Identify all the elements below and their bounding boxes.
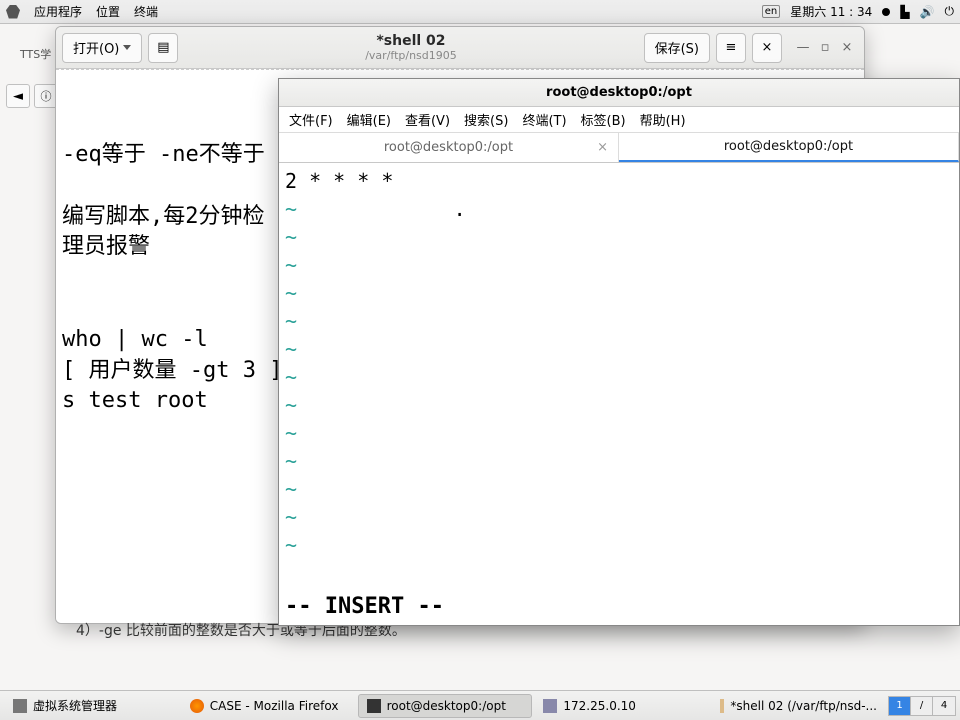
menu-file[interactable]: 文件(F) <box>289 110 333 129</box>
vim-tilde: ~ <box>285 421 297 445</box>
vim-tilde: ~ <box>285 393 297 417</box>
terminal-tab-label: root@desktop0:/opt <box>384 140 513 155</box>
vim-tilde: ~ <box>285 197 297 221</box>
vim-tilde: ~ <box>285 253 297 277</box>
gedit-path: /var/ftp/nsd1905 <box>178 49 643 62</box>
vim-tilde: ~ <box>285 365 297 389</box>
close-icon: × <box>762 40 773 55</box>
window-close[interactable]: × <box>836 37 858 59</box>
taskbar-item-vm-manager[interactable]: 虚拟系统管理器 <box>4 694 179 718</box>
menu-help[interactable]: 帮助(H) <box>640 110 686 129</box>
terminal-tab-2[interactable]: root@desktop0:/opt <box>619 133 959 162</box>
network-icon[interactable]: ▙ <box>900 5 909 19</box>
new-tab-icon: ▤ <box>157 40 169 55</box>
vim-tilde: ~ <box>285 449 297 473</box>
taskbar-item-gedit[interactable]: *shell 02 (/var/ftp/nsd-... <box>711 694 886 718</box>
top-panel: 应用程序 位置 终端 en 星期六 11 : 34 ▙ 🔊 ⏻ <box>0 0 960 24</box>
terminal-menubar: 文件(F) 编辑(E) 查看(V) 搜索(S) 终端(T) 标签(B) 帮助(H… <box>279 107 959 133</box>
vim-tilde: ~ <box>285 225 297 249</box>
hamburger-button[interactable]: ≡ <box>716 33 746 63</box>
new-tab-button[interactable]: ▤ <box>148 33 178 63</box>
gedit-header: 打开(O) ▤ *shell 02 /var/ftp/nsd1905 保存(S)… <box>56 27 864 69</box>
tab-close-icon[interactable]: × <box>597 140 608 155</box>
vim-tilde: ~ <box>285 505 297 529</box>
workspace-sep: / <box>911 697 933 715</box>
text-line: who | wc -l <box>62 327 208 352</box>
terminal-tab-label: root@desktop0:/opt <box>724 139 853 154</box>
browser-back-button[interactable]: ◄ <box>6 84 30 108</box>
gedit-icon <box>720 699 724 713</box>
terminal-tab-1[interactable]: root@desktop0:/opt × <box>279 133 619 162</box>
vim-mode-status: -- INSERT -- <box>285 592 444 623</box>
text-line: [ 用户数量 -gt 3 ] <box>62 358 282 383</box>
vm-manager-icon <box>13 699 27 713</box>
monitor-icon <box>543 699 557 713</box>
terminal-content: 2 * * * * <box>285 169 393 193</box>
text-line: s test root <box>62 388 208 413</box>
taskbar-label: 虚拟系统管理器 <box>33 697 117 714</box>
window-minimize[interactable]: — <box>792 37 814 59</box>
browser-nav: ◄ ⓘ <box>6 84 58 108</box>
text-line: -eq等于 -ne不等于 <box>62 142 265 167</box>
taskbar-label: *shell 02 (/var/ftp/nsd-... <box>730 699 877 713</box>
terminal-title: root@desktop0:/opt <box>279 79 959 107</box>
close-tab-button[interactable]: × <box>752 33 782 63</box>
terminal-window: root@desktop0:/opt 文件(F) 编辑(E) 查看(V) 搜索(… <box>278 78 960 626</box>
vim-tilde: ~ <box>285 337 297 361</box>
status-dot-icon <box>882 8 890 16</box>
volume-icon[interactable]: 🔊 <box>920 5 935 19</box>
text-line: 编写脚本,每2分钟检 <box>62 204 265 229</box>
vim-tilde: ~ <box>285 477 297 501</box>
taskbar-label: 172.25.0.10 <box>563 699 636 713</box>
firefox-icon <box>190 699 204 713</box>
menu-tabs[interactable]: 标签(B) <box>581 110 626 129</box>
workspace-total: 4 <box>933 697 955 715</box>
save-button-label: 保存(S) <box>655 38 699 57</box>
menu-terminal[interactable]: 终端 <box>134 3 158 20</box>
hamburger-icon: ≡ <box>726 40 737 55</box>
text-line: 理员报警 <box>62 234 150 259</box>
taskbar-item-terminal[interactable]: root@desktop0:/opt <box>358 694 533 718</box>
browser-tab-label: TTS学 <box>20 46 51 62</box>
input-method-icon[interactable]: en <box>762 5 781 18</box>
menu-terminal[interactable]: 终端(T) <box>522 110 566 129</box>
taskbar-label: CASE - Mozilla Firefox <box>210 699 339 713</box>
power-icon[interactable]: ⏻ <box>945 4 955 19</box>
taskbar-item-firefox[interactable]: CASE - Mozilla Firefox <box>181 694 356 718</box>
gnome-logo-icon <box>6 5 20 19</box>
menu-view[interactable]: 查看(V) <box>405 110 450 129</box>
taskbar-item-vm[interactable]: 172.25.0.10 <box>534 694 709 718</box>
open-button-label: 打开(O) <box>73 38 119 57</box>
terminal-tab-bar: root@desktop0:/opt × root@desktop0:/opt <box>279 133 959 163</box>
terminal-icon <box>367 699 381 713</box>
workspace-pager[interactable]: 1 / 4 <box>888 696 956 716</box>
menu-search[interactable]: 搜索(S) <box>464 110 508 129</box>
taskbar: 虚拟系统管理器 CASE - Mozilla Firefox root@desk… <box>0 690 960 720</box>
vim-tilde: ~ <box>285 533 297 557</box>
gedit-title: *shell 02 <box>178 33 643 49</box>
menu-places[interactable]: 位置 <box>96 3 120 20</box>
window-maximize[interactable]: ▫ <box>814 37 836 59</box>
taskbar-label: root@desktop0:/opt <box>387 699 506 713</box>
chevron-down-icon <box>123 45 131 50</box>
vim-tilde: ~ <box>285 309 297 333</box>
info-icon: ⓘ <box>41 88 52 104</box>
open-button[interactable]: 打开(O) <box>62 33 142 63</box>
gedit-title-area: *shell 02 /var/ftp/nsd1905 <box>178 33 643 62</box>
terminal-body[interactable]: 2 * * * * ~ . ~ ~ ~ ~ ~ ~ ~ ~ ~ ~ ~ ~ --… <box>279 163 959 625</box>
menu-edit[interactable]: 编辑(E) <box>347 110 391 129</box>
save-button[interactable]: 保存(S) <box>644 33 710 63</box>
vim-tilde: ~ <box>285 281 297 305</box>
workspace-1[interactable]: 1 <box>889 697 911 715</box>
arrow-left-icon: ◄ <box>13 89 23 104</box>
clock[interactable]: 星期六 11 : 34 <box>790 3 872 20</box>
menu-applications[interactable]: 应用程序 <box>34 3 82 20</box>
